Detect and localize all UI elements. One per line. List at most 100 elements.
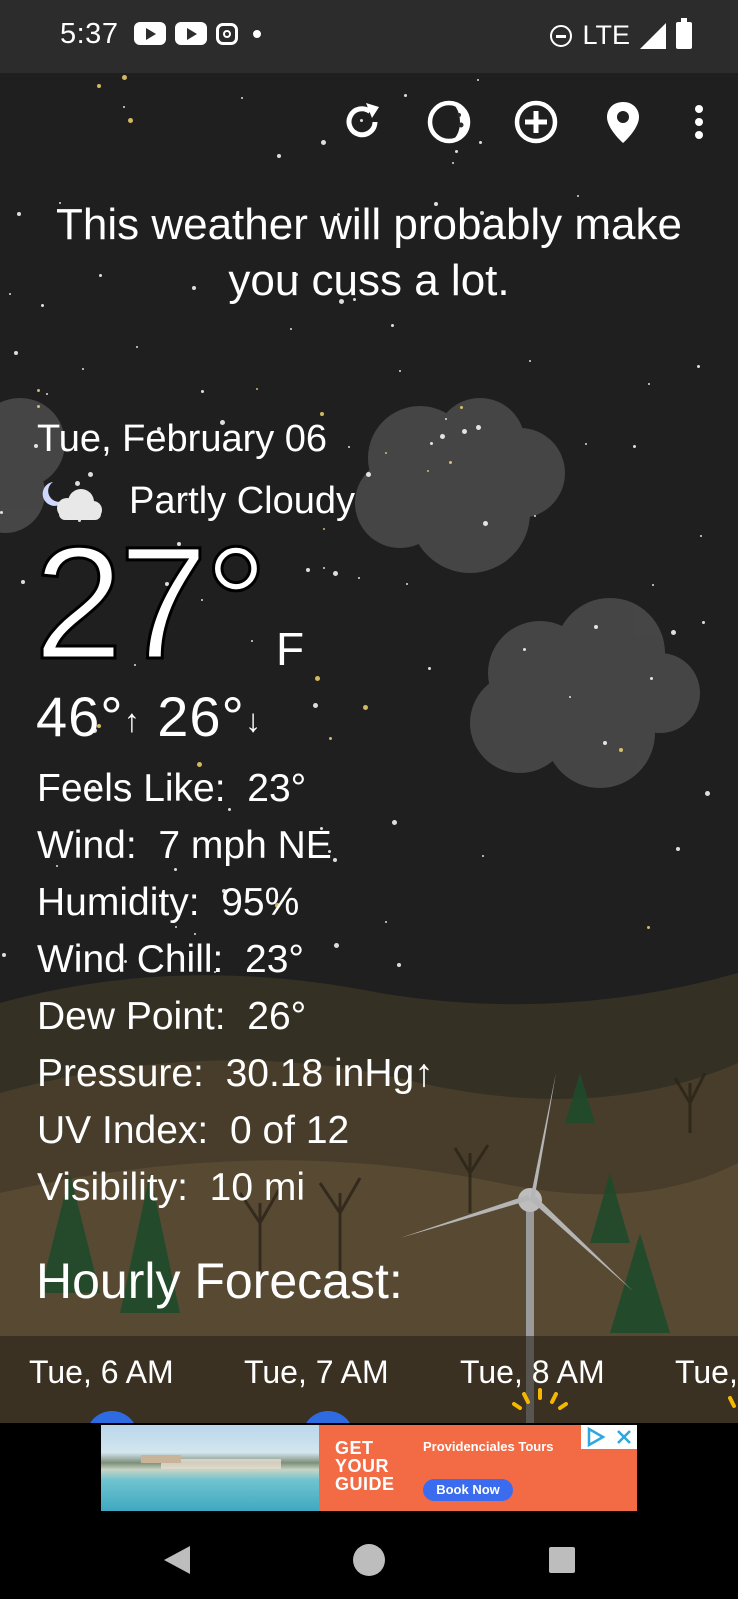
status-time: 5:37 (60, 18, 119, 50)
star (650, 677, 653, 680)
banner-ad[interactable]: GET YOUR GUIDE Providenciales Tours Book… (101, 1425, 637, 1511)
star (277, 154, 281, 158)
detail-label: Visibility: (37, 1166, 188, 1209)
star (348, 446, 350, 448)
detail-row: Feels Like: 23° (37, 760, 434, 817)
add-location-icon (514, 100, 558, 144)
back-button[interactable] (150, 1533, 204, 1587)
star (529, 360, 531, 362)
hourly-item-time[interactable]: Tue, 7 AM (244, 1354, 389, 1391)
recents-icon (549, 1547, 575, 1573)
star (313, 703, 318, 708)
star (323, 528, 325, 530)
star (534, 515, 536, 517)
detail-value: 30.18 inHg↑ (225, 1052, 434, 1095)
more-vert-icon (695, 105, 703, 139)
refresh-button[interactable] (338, 98, 386, 146)
toolbar (0, 98, 738, 148)
detail-row: Humidity: 95% (37, 874, 434, 931)
star (619, 748, 623, 752)
star (483, 521, 488, 526)
ad-choices[interactable] (581, 1425, 637, 1449)
signal-icon (640, 22, 666, 49)
star (585, 443, 587, 445)
adchoices-icon[interactable] (585, 1427, 607, 1447)
star (366, 472, 371, 477)
star (476, 425, 481, 430)
home-icon (353, 1544, 385, 1576)
hourly-item-time[interactable]: Tue, 6 AM (29, 1354, 174, 1391)
detail-row: Pressure: 30.18 inHg↑ (37, 1045, 434, 1102)
battery-icon (676, 18, 692, 49)
star (594, 625, 598, 629)
detail-row: UV Index: 0 of 12 (37, 1102, 434, 1159)
sunrise-icon (512, 1388, 568, 1410)
star (455, 150, 458, 153)
star (452, 162, 454, 164)
detail-value: 23° (245, 938, 305, 981)
star (430, 442, 433, 445)
star (306, 568, 310, 572)
hourly-item-time[interactable]: Tue, (675, 1354, 738, 1391)
star (652, 584, 654, 586)
star (21, 580, 25, 584)
star (9, 293, 11, 295)
star (358, 577, 360, 579)
star (385, 452, 387, 454)
recents-button[interactable] (535, 1533, 589, 1587)
moon-phase-button[interactable] (425, 98, 473, 146)
instagram-icon (216, 22, 238, 45)
ad-headline-line: YOUR (335, 1456, 390, 1476)
star (633, 445, 636, 448)
system-icons: LTE (550, 18, 692, 51)
high-temperature: 46° (36, 685, 124, 748)
detail-row: Dew Point: 26° (37, 988, 434, 1045)
star (440, 434, 445, 439)
detail-value: 7 mph NE (158, 824, 332, 867)
detail-label: Wind: (37, 824, 137, 867)
star (136, 346, 138, 348)
add-location-button[interactable] (512, 98, 560, 146)
star (37, 405, 40, 408)
detail-value: 26° (247, 995, 307, 1038)
youtube-icon (175, 22, 207, 45)
detail-row: Wind Chill: 23° (37, 931, 434, 988)
network-type: LTE (582, 20, 630, 50)
star (460, 406, 463, 409)
star (404, 94, 407, 97)
location-pin-icon (607, 102, 639, 143)
moon-phase-icon (427, 100, 471, 144)
ad-book-now-button[interactable]: Book Now (423, 1479, 513, 1501)
home-button[interactable] (342, 1533, 396, 1587)
star (702, 621, 705, 624)
star (477, 79, 479, 81)
up-arrow-icon: ↑ (123, 702, 141, 739)
star (46, 393, 48, 395)
star (122, 75, 127, 80)
detail-value: 95% (221, 881, 300, 924)
high-low: 46°↑ 26°↓ (36, 684, 262, 749)
location-button[interactable] (599, 98, 647, 146)
star (363, 705, 368, 710)
weather-tagline: This weather will probably make you cuss… (55, 200, 683, 305)
star (482, 855, 484, 857)
ad-beach-photo (101, 1425, 319, 1511)
star (697, 365, 700, 368)
detail-label: UV Index: (37, 1109, 209, 1152)
star (290, 328, 292, 330)
notification-icons (134, 22, 261, 45)
star (428, 667, 431, 670)
star (82, 368, 84, 370)
star (323, 567, 325, 569)
close-ad-icon[interactable] (615, 1428, 633, 1446)
detail-label: Humidity: (37, 881, 200, 924)
ad-headline-line: GET (335, 1438, 374, 1458)
detail-value: 23° (247, 767, 307, 810)
star (676, 847, 680, 851)
hourly-forecast-list[interactable]: Tue, 6 AM Tue, 7 AM Tue, 8 AM Tue, (0, 1336, 738, 1424)
ad-headline-line: GUIDE (335, 1474, 395, 1494)
status-bar: 5:37 LTE (0, 0, 738, 73)
star (37, 389, 40, 392)
back-icon (164, 1546, 190, 1574)
more-options-button[interactable] (675, 98, 723, 146)
